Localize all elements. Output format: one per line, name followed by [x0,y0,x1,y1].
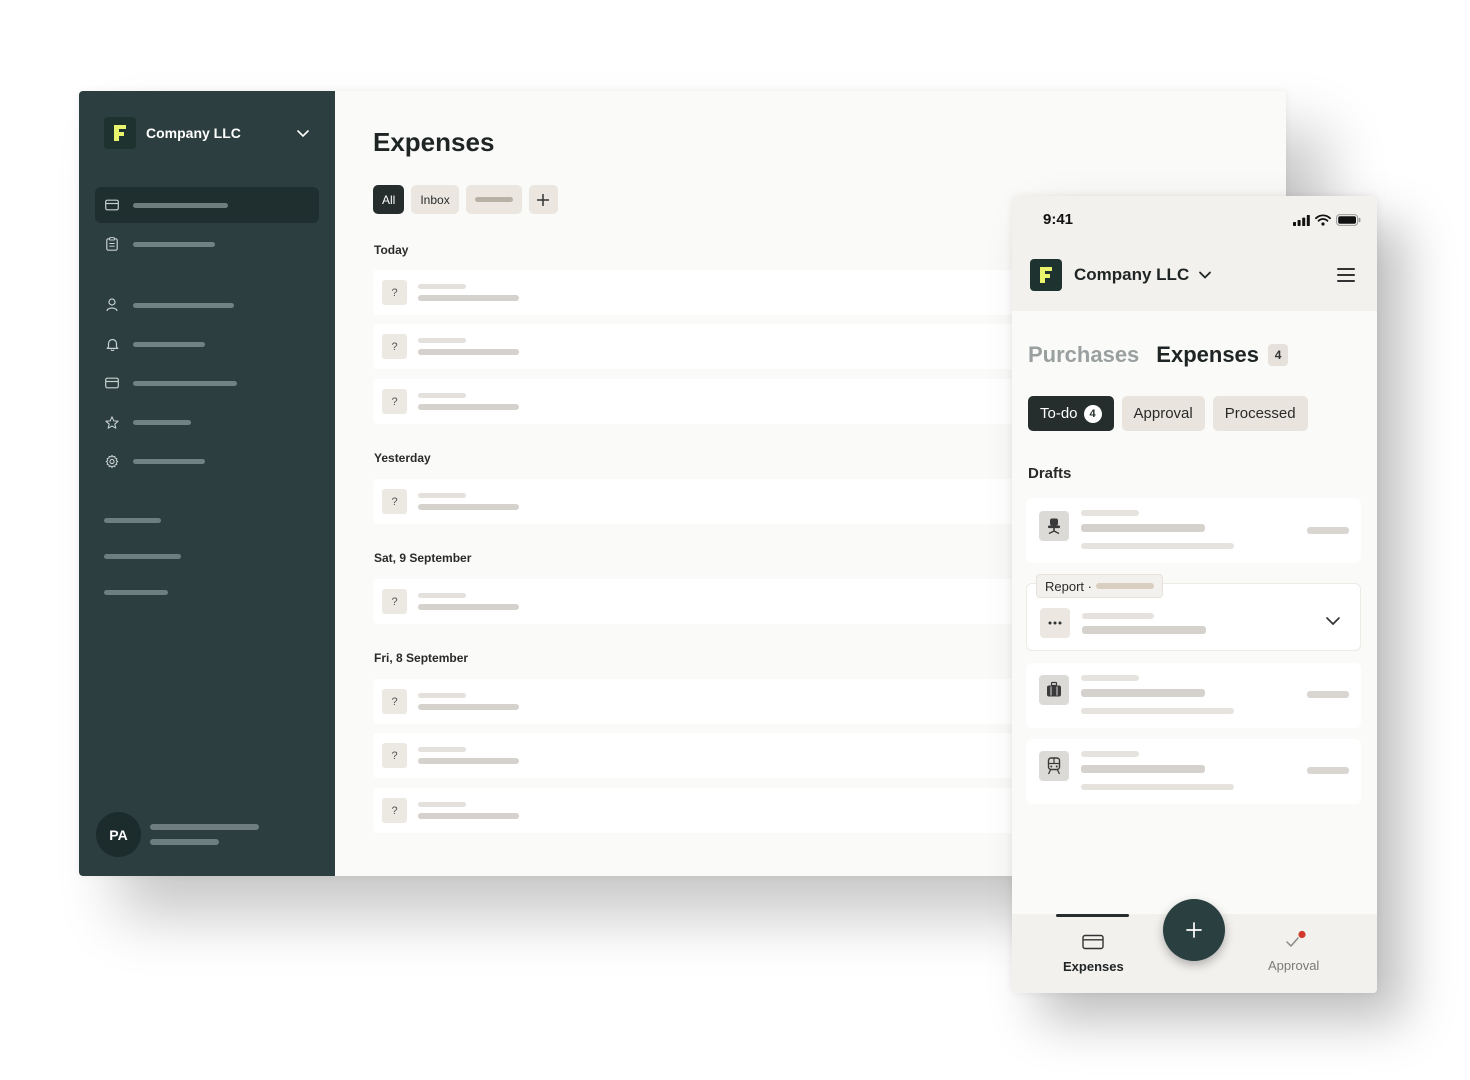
mobile-tabs: Purchases Expenses 4 [1028,342,1289,368]
sidebar-link[interactable] [104,518,161,523]
sidebar-item-label [133,302,234,308]
mobile-window: 9:41 Company LLC Purchases Expenses 4 To… [1012,196,1377,993]
chevron-down-icon[interactable] [1325,616,1341,626]
card-icon [1082,934,1105,950]
bottom-tab-label: Expenses [1063,959,1124,974]
company-switcher[interactable]: Company LLC [104,117,310,149]
office-chair-icon [1039,511,1069,541]
avatar: PA [96,812,141,857]
unknown-merchant-icon: ? [382,743,407,768]
filter-label: To-do [1040,405,1078,422]
filter-bar: All Inbox [373,185,558,214]
sidebar: Company LLC PA [79,91,335,876]
chevron-down-icon[interactable] [296,126,310,140]
sidebar-item-label [133,419,191,425]
sidebar-item-label [133,458,205,464]
filter-inbox[interactable]: Inbox [411,185,459,214]
unknown-merchant-icon: ? [382,389,407,414]
section-label-drafts: Drafts [1028,465,1072,482]
mobile-filter-bar: To-do 4 Approval Processed [1028,396,1308,431]
unknown-merchant-icon: ? [382,334,407,359]
bell-icon [105,337,119,351]
report-tag-label: Report · [1045,578,1092,594]
report-tag: Report · [1036,574,1163,598]
bottom-tab-expenses[interactable]: Expenses [1063,934,1124,974]
list-item[interactable] [1026,739,1361,804]
company-logo [1030,259,1062,291]
sidebar-secondary-links [104,518,181,626]
card-icon [105,376,119,390]
menu-icon[interactable] [1337,268,1355,282]
gear-icon [105,454,119,468]
list-item[interactable] [1026,498,1361,563]
user-profile[interactable]: PA [96,812,259,857]
sidebar-item-settings[interactable] [95,443,319,479]
sidebar-nav [95,187,319,479]
company-name: Company LLC [1074,265,1190,284]
unknown-merchant-icon: ? [382,589,407,614]
sidebar-link[interactable] [104,590,168,595]
star-icon [105,415,119,429]
train-icon [1039,751,1069,781]
section-label-fri-8-september: Fri, 8 September [374,651,469,665]
signal-icon [1293,214,1310,226]
clipboard-icon [105,237,119,251]
company-name: Company LLC [146,125,241,141]
more-dots-icon [1040,608,1070,638]
user-email-placeholder [150,839,219,845]
check-icon [1285,930,1306,947]
to-do-count-badge: 4 [1083,404,1102,423]
unknown-merchant-icon: ? [382,489,407,514]
sidebar-item-expenses[interactable] [95,187,319,223]
add-expense-button[interactable] [1163,899,1225,961]
sidebar-link[interactable] [104,554,181,559]
unknown-merchant-icon: ? [382,689,407,714]
page-title: Expenses [373,127,495,157]
sidebar-item-favorites[interactable] [95,404,319,440]
sidebar-item-cards[interactable] [95,365,319,401]
section-label-yesterday: Yesterday [374,451,431,465]
add-filter-button[interactable] [528,185,558,214]
unknown-merchant-icon: ? [382,798,407,823]
bottom-tab-label: Approval [1268,958,1320,973]
user-icon [105,298,119,312]
chevron-down-icon [1199,271,1212,279]
logo-f-icon [1040,267,1052,283]
list-item[interactable] [1026,663,1361,728]
status-bar-icons [1293,214,1361,226]
filter-approval[interactable]: Approval [1121,396,1205,431]
filter-all[interactable]: All [373,185,405,214]
sidebar-item-label [133,202,228,208]
filter-custom[interactable] [465,185,522,214]
company-logo [104,117,136,149]
status-time: 9:41 [1043,211,1074,228]
mobile-company-switcher[interactable]: Company LLC [1030,259,1212,291]
sidebar-item-label [133,241,215,247]
logo-f-icon [114,125,126,141]
expenses-count-badge: 4 [1268,344,1289,366]
luggage-icon [1039,675,1069,705]
notification-dot [1298,930,1306,939]
plus-icon [1186,922,1202,938]
user-name-placeholder [150,824,259,830]
sidebar-item-people[interactable] [95,287,319,323]
tab-purchases[interactable]: Purchases [1028,342,1139,368]
unknown-merchant-icon: ? [382,280,407,305]
sidebar-item-notifications[interactable] [95,326,319,362]
filter-processed[interactable]: Processed [1212,396,1308,431]
tab-expenses[interactable]: Expenses [1156,342,1259,368]
section-label-sat-9-september: Sat, 9 September [374,551,472,565]
sidebar-item-label [133,341,205,347]
wifi-icon [1315,214,1331,226]
bottom-tab-approval[interactable]: Approval [1268,930,1319,973]
filter-to-do[interactable]: To-do 4 [1028,396,1114,431]
sidebar-item-reports[interactable] [95,226,319,262]
sidebar-item-label [133,380,237,386]
active-tab-indicator [1056,914,1129,917]
section-label-today: Today [374,243,409,257]
battery-icon [1336,214,1361,226]
card-icon [105,198,119,212]
plus-icon [537,193,550,206]
